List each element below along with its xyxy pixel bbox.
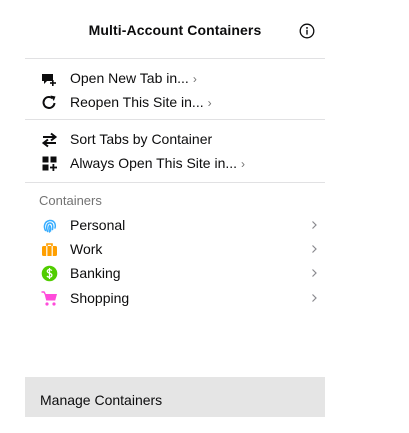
sort-tabs-by-container-item[interactable]: Sort Tabs by Container bbox=[25, 127, 325, 151]
info-icon[interactable] bbox=[299, 23, 315, 39]
container-label-shopping: Shopping bbox=[70, 290, 130, 306]
chevron-right-icon bbox=[311, 266, 319, 280]
chevron-right-icon bbox=[311, 218, 319, 232]
tools-section: Sort Tabs by Container Always Open This … bbox=[25, 120, 325, 183]
always-open-this-site-in-label: Always Open This Site in... bbox=[70, 155, 238, 171]
manage-containers-label: Manage Containers bbox=[40, 392, 163, 408]
panel-title: Multi-Account Containers bbox=[88, 22, 262, 38]
new-tab-icon bbox=[41, 70, 58, 87]
always-open-this-site-in-item[interactable]: Always Open This Site in... › bbox=[25, 151, 325, 175]
always-open-icon bbox=[41, 155, 58, 172]
briefcase-icon bbox=[41, 241, 58, 258]
sort-icon bbox=[41, 131, 58, 148]
container-item-personal[interactable]: Personal bbox=[25, 213, 325, 237]
chevron-right-icon: › bbox=[241, 157, 246, 171]
chevron-right-icon bbox=[311, 242, 319, 256]
panel-header: Multi-Account Containers bbox=[25, 0, 325, 59]
container-item-shopping[interactable]: Shopping bbox=[25, 286, 325, 310]
cart-icon bbox=[41, 290, 58, 307]
chevron-right-icon: › bbox=[207, 96, 212, 110]
container-label-banking: Banking bbox=[70, 265, 121, 281]
open-new-tab-in-label: Open New Tab in... bbox=[70, 70, 189, 86]
container-item-work[interactable]: Work bbox=[25, 237, 325, 261]
containers-heading: Containers bbox=[39, 193, 102, 208]
fingerprint-icon bbox=[41, 217, 58, 234]
container-label-work: Work bbox=[70, 241, 103, 257]
actions-section: Open New Tab in... › Reopen This Site in.… bbox=[25, 58, 325, 120]
chevron-right-icon: › bbox=[192, 72, 197, 86]
sort-tabs-by-container-label: Sort Tabs by Container bbox=[70, 131, 213, 147]
manage-containers-button[interactable]: Manage Containers bbox=[25, 377, 325, 417]
reopen-this-site-in-label: Reopen This Site in... bbox=[70, 94, 204, 110]
reopen-this-site-in-item[interactable]: Reopen This Site in... › bbox=[25, 90, 325, 114]
reopen-icon bbox=[41, 94, 58, 111]
dollar-icon bbox=[41, 265, 58, 282]
container-label-personal: Personal bbox=[70, 217, 126, 233]
containers-panel: Multi-Account Containers Open New Tab in… bbox=[25, 0, 325, 433]
chevron-right-icon bbox=[311, 291, 319, 305]
container-item-banking[interactable]: Banking bbox=[25, 261, 325, 285]
open-new-tab-in-item[interactable]: Open New Tab in... › bbox=[25, 66, 325, 90]
